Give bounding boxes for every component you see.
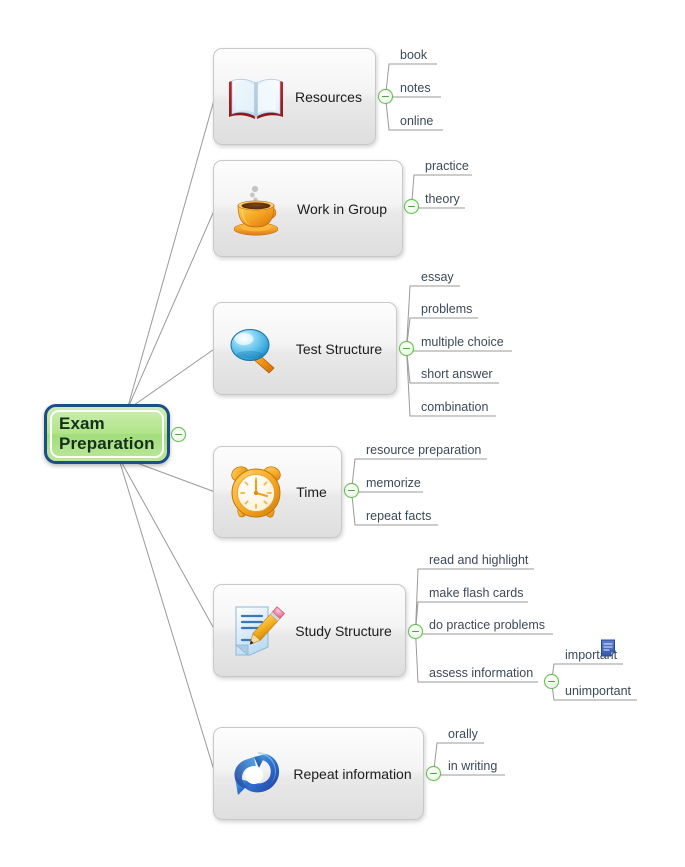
subtopic-test-structure-4[interactable]: combination <box>419 400 490 415</box>
topic-label-repeat-information: Repeat information <box>293 765 412 782</box>
subtopic-test-structure-2[interactable]: multiple choice <box>419 335 506 350</box>
mindmap-canvas: Exam Preparation Resources book notes onlin… <box>0 0 685 867</box>
topic-label-study-structure: Study Structure <box>295 622 392 639</box>
subtopic-test-structure-1[interactable]: problems <box>419 302 474 317</box>
subtopic-repeat-information-0[interactable]: orally <box>446 727 480 742</box>
collapse-toggle-repeat-information[interactable] <box>426 766 441 781</box>
topic-node-repeat-information[interactable]: Repeat information <box>213 727 424 820</box>
collapse-toggle-time[interactable] <box>344 483 359 498</box>
magnifying-glass-icon <box>224 317 288 381</box>
collapse-toggle-assess-information[interactable] <box>544 674 559 689</box>
subtopic-assess-information-1[interactable]: unimportant <box>563 684 633 699</box>
central-node-exam-preparation[interactable]: Exam Preparation <box>44 404 170 464</box>
collapse-toggle-resources[interactable] <box>378 89 393 104</box>
subtopic-time-2[interactable]: repeat facts <box>364 509 433 524</box>
subtopic-work-in-group-0[interactable]: practice <box>423 159 471 174</box>
collapse-toggle-test-structure[interactable] <box>399 341 414 356</box>
collapse-toggle-work-in-group[interactable] <box>404 199 419 214</box>
document-pencil-icon <box>224 599 288 663</box>
topic-label-time: Time <box>296 484 327 500</box>
topic-node-resources[interactable]: Resources <box>213 48 376 145</box>
subtopic-test-structure-3[interactable]: short answer <box>419 367 495 382</box>
subtopic-resources-1[interactable]: notes <box>398 81 433 96</box>
subtopic-work-in-group-1[interactable]: theory <box>423 192 462 207</box>
subtopic-study-structure-0[interactable]: read and highlight <box>427 553 530 568</box>
subtopic-resources-0[interactable]: book <box>398 48 429 63</box>
subtopic-repeat-information-1[interactable]: in writing <box>446 759 499 774</box>
subtopic-study-structure-1[interactable]: make flash cards <box>427 586 525 601</box>
subtopic-study-structure-3[interactable]: assess information <box>427 666 535 681</box>
subtopic-time-0[interactable]: resource preparation <box>364 443 483 458</box>
refresh-swirl-icon <box>224 742 288 806</box>
topic-label-resources: Resources <box>295 88 362 105</box>
topic-node-study-structure[interactable]: Study Structure <box>213 584 406 677</box>
note-icon[interactable] <box>600 639 616 657</box>
central-node-label: Exam Preparation <box>59 413 155 453</box>
open-book-icon <box>224 65 288 129</box>
alarm-clock-icon <box>224 460 288 524</box>
topic-node-time[interactable]: Time <box>213 446 342 538</box>
subtopic-time-1[interactable]: memorize <box>364 476 423 491</box>
topic-label-test-structure: Test Structure <box>295 340 383 357</box>
topic-node-test-structure[interactable]: Test Structure <box>213 302 397 395</box>
subtopic-test-structure-0[interactable]: essay <box>419 270 456 285</box>
collapse-toggle-exam-preparation[interactable] <box>171 427 186 442</box>
coffee-cup-icon <box>224 177 288 241</box>
subtopic-study-structure-2[interactable]: do practice problems <box>427 618 547 633</box>
subtopic-resources-2[interactable]: online <box>398 114 435 129</box>
collapse-toggle-study-structure[interactable] <box>408 624 423 639</box>
topic-node-work-in-group[interactable]: Work in Group <box>213 160 403 257</box>
topic-label-work-in-group: Work in Group <box>297 200 387 217</box>
